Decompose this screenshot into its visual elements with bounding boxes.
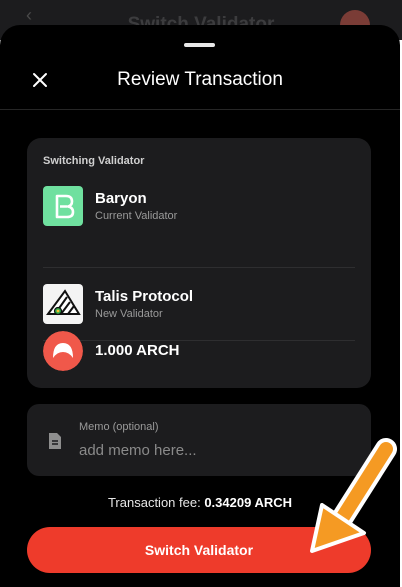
- new-validator-row: Talis Protocol New Validator: [43, 284, 355, 324]
- arch-token-icon: [43, 331, 83, 371]
- stake-amount: 1.000 ARCH: [95, 342, 180, 359]
- memo-label: Memo (optional): [79, 421, 159, 433]
- card-heading: Switching Validator: [43, 155, 145, 167]
- review-transaction-sheet: Review Transaction Switching Validator B…: [0, 25, 400, 587]
- memo-field-container[interactable]: Memo (optional): [27, 404, 371, 476]
- current-validator-row: Baryon Current Validator: [43, 186, 355, 226]
- current-validator-name: Baryon: [95, 190, 147, 207]
- new-validator-label: New Validator: [95, 308, 163, 320]
- fee-label: Transaction fee:: [107, 495, 201, 510]
- baryon-logo-icon: [43, 186, 83, 226]
- new-validator-name: Talis Protocol: [95, 288, 194, 305]
- sheet-drag-handle[interactable]: [184, 43, 215, 47]
- fee-value: 0.34209 ARCH: [204, 495, 293, 510]
- row-divider: [43, 267, 355, 268]
- header-divider: [0, 109, 400, 110]
- talis-protocol-logo-icon: [43, 284, 83, 324]
- sheet-title: Review Transaction: [117, 69, 283, 90]
- switch-validator-button[interactable]: Switch Validator: [27, 527, 371, 573]
- amount-row: 1.000 ARCH: [43, 331, 355, 371]
- memo-input[interactable]: [79, 439, 349, 461]
- document-icon: [49, 433, 61, 449]
- transaction-fee: Transaction fee: 0.34209 ARCH: [0, 495, 400, 510]
- current-validator-label: Current Validator: [95, 210, 178, 222]
